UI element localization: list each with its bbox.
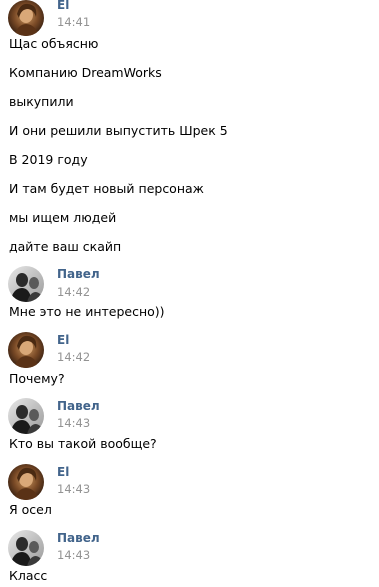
message-text: Щас объясню xyxy=(9,36,99,51)
message-text: Я осел xyxy=(9,502,52,517)
message-author[interactable]: Павел xyxy=(57,531,100,545)
message-time: 14:43 xyxy=(57,548,91,562)
message-text: В 2019 году xyxy=(9,152,88,167)
message-time: 14:42 xyxy=(57,350,91,364)
message-author[interactable]: El xyxy=(57,465,69,479)
message-text: Почему? xyxy=(9,371,65,386)
message-author[interactable]: Павел xyxy=(57,399,100,413)
message-time: 14:41 xyxy=(57,15,91,29)
message-text: Компанию DreamWorks xyxy=(9,65,162,80)
message-time: 14:43 xyxy=(57,416,91,430)
message-text: Мне это не интересно)) xyxy=(9,304,165,319)
message-author[interactable]: Павел xyxy=(57,267,100,281)
message-author[interactable]: El xyxy=(57,0,69,12)
user-avatar-pavel-icon[interactable] xyxy=(8,530,44,566)
user-avatar-el-icon[interactable] xyxy=(8,332,44,368)
user-avatar-pavel-icon[interactable] xyxy=(8,398,44,434)
message-time: 14:43 xyxy=(57,482,91,496)
message-time: 14:42 xyxy=(57,285,91,299)
user-avatar-pavel-icon[interactable] xyxy=(8,266,44,302)
message-text: Кто вы такой вообще? xyxy=(9,436,157,451)
user-avatar-el-icon[interactable] xyxy=(8,0,44,36)
message-author[interactable]: El xyxy=(57,333,69,347)
message-text: мы ищем людей xyxy=(9,210,117,225)
message-text: И там будет новый персонаж xyxy=(9,181,204,196)
message-text: Класс xyxy=(9,568,48,583)
message-text: дайте ваш скайп xyxy=(9,239,122,254)
user-avatar-el-icon[interactable] xyxy=(8,464,44,500)
message-text: выкупили xyxy=(9,94,74,109)
message-text: И они решили выпустить Шрек 5 xyxy=(9,123,228,138)
chat-history: El 14:41 Щас объясню Компанию DreamWorks… xyxy=(0,0,379,587)
